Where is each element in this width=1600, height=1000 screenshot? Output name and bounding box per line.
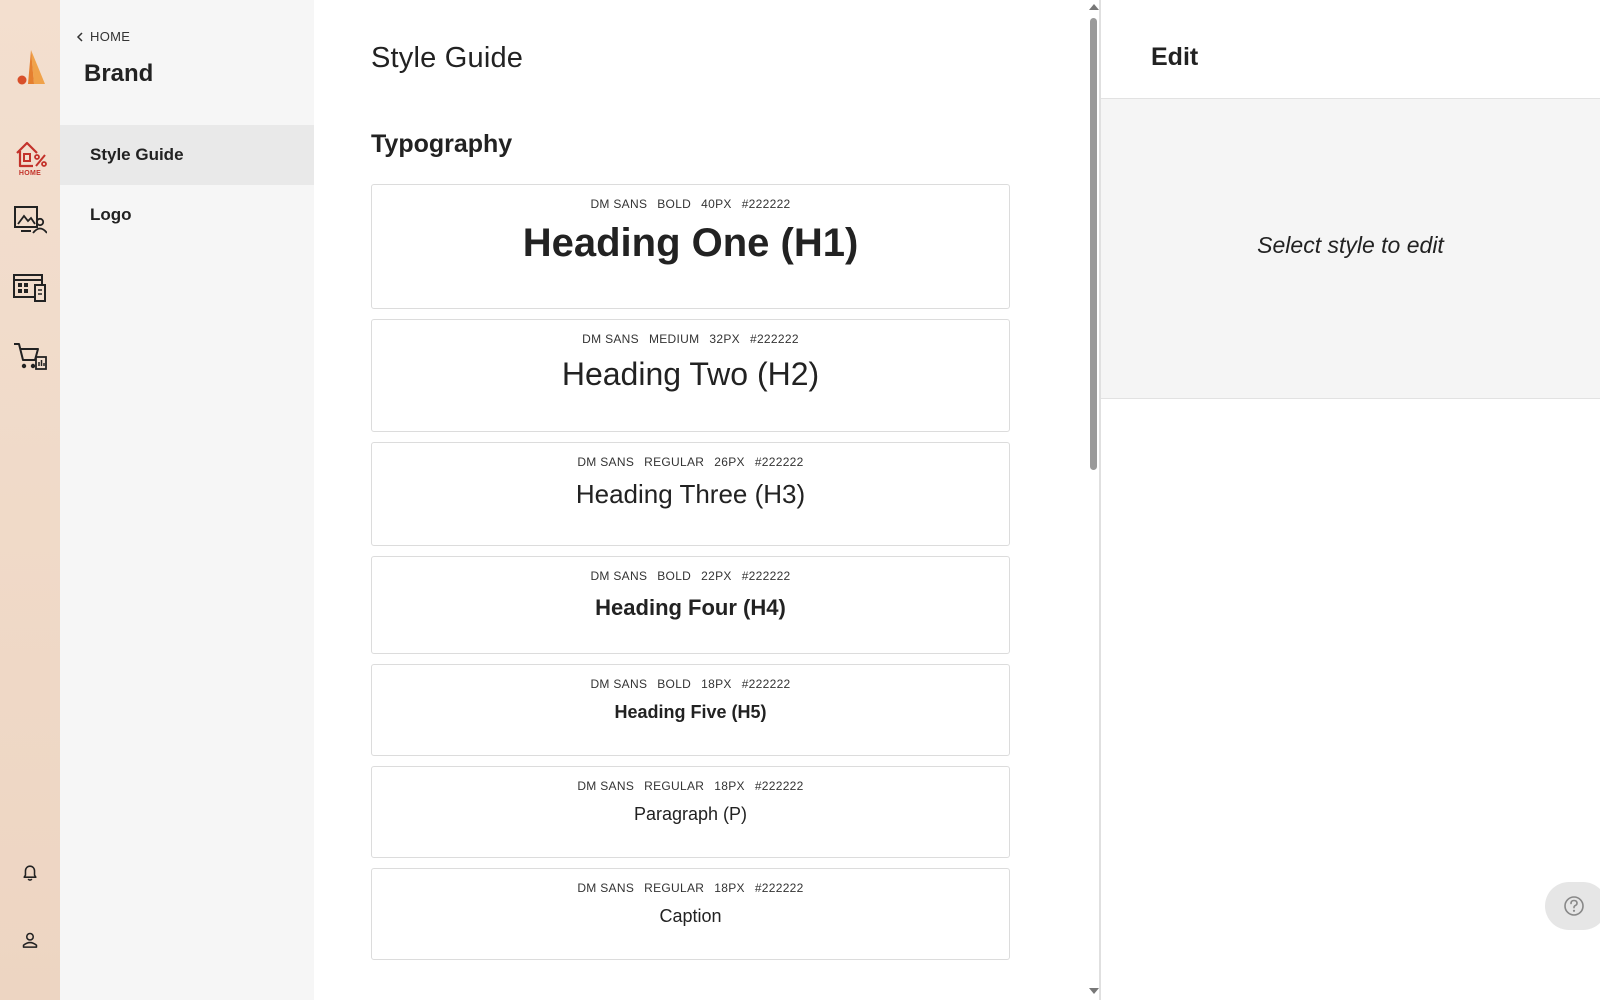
style-font: DM SANS <box>577 881 635 895</box>
style-meta: DM SANS BOLD 40PX #222222 <box>590 197 790 211</box>
style-font: DM SANS <box>590 197 648 211</box>
style-card-paragraph[interactable]: DM SANS REGULAR 18PX #222222 Paragraph (… <box>371 766 1010 858</box>
user-icon <box>22 932 38 948</box>
style-sample-h1: Heading One (H1) <box>522 221 859 265</box>
style-size: 32PX <box>709 332 740 346</box>
back-home-label: HOME <box>90 29 131 44</box>
chevron-left-icon <box>76 31 83 42</box>
scroll-up-icon[interactable] <box>1089 4 1099 10</box>
style-card-caption[interactable]: DM SANS REGULAR 18PX #222222 Caption <box>371 868 1010 960</box>
style-sample-h3: Heading Three (H3) <box>575 479 806 509</box>
style-size: 18PX <box>701 677 732 691</box>
sidebar-item-style-guide[interactable]: Style Guide <box>60 125 314 185</box>
icon-rail: HOME <box>0 0 60 1000</box>
page-title: Style Guide <box>371 42 524 74</box>
style-sample-h5: Heading Five (H5) <box>614 702 767 722</box>
style-font: DM SANS <box>577 779 635 793</box>
style-card-h1[interactable]: DM SANS BOLD 40PX #222222 Heading One (H… <box>371 184 1010 309</box>
style-weight: REGULAR <box>644 455 705 469</box>
style-size: 18PX <box>714 779 745 793</box>
style-color: #222222 <box>754 455 804 469</box>
notifications-button[interactable] <box>8 850 52 894</box>
style-sample-caption: Caption <box>659 906 722 926</box>
store-discount-icon <box>16 141 47 168</box>
nav-home-label: HOME <box>18 170 42 177</box>
style-card-h2[interactable]: DM SANS MEDIUM 32PX #222222 Heading Two … <box>371 319 1010 432</box>
style-weight: BOLD <box>657 677 692 691</box>
style-meta: DM SANS REGULAR 26PX #222222 <box>577 455 803 469</box>
edit-placeholder-box: Select style to edit <box>1101 98 1600 399</box>
back-home-link[interactable]: HOME <box>76 29 130 44</box>
style-size: 26PX <box>714 455 745 469</box>
brand-logo-icon[interactable] <box>14 48 46 86</box>
style-sample-h2: Heading Two (H2) <box>561 356 820 392</box>
style-weight: BOLD <box>657 197 692 211</box>
scroll-down-icon[interactable] <box>1089 988 1099 994</box>
edit-placeholder-text: Select style to edit <box>1257 232 1444 258</box>
cart-chart-icon <box>14 343 47 370</box>
style-sample-h4: Heading Four (H4) <box>595 595 786 620</box>
nav-media-button[interactable] <box>8 198 52 242</box>
style-meta: DM SANS REGULAR 18PX #222222 <box>577 881 803 895</box>
style-meta: DM SANS BOLD 22PX #222222 <box>590 569 790 583</box>
style-size: 22PX <box>701 569 732 583</box>
style-color: #222222 <box>741 569 791 583</box>
style-card-h5[interactable]: DM SANS BOLD 18PX #222222 Heading Five (… <box>371 664 1010 756</box>
style-card-h3[interactable]: DM SANS REGULAR 26PX #222222 Heading Thr… <box>371 442 1010 546</box>
style-weight: REGULAR <box>644 881 705 895</box>
nav-dashboard-button[interactable] <box>8 266 52 310</box>
style-card-h4[interactable]: DM SANS BOLD 22PX #222222 Heading Four (… <box>371 556 1010 654</box>
style-size: 40PX <box>701 197 732 211</box>
style-weight: REGULAR <box>644 779 705 793</box>
nav-home-button[interactable]: HOME <box>8 136 52 180</box>
edit-title: Edit <box>1151 43 1199 71</box>
style-meta: DM SANS MEDIUM 32PX #222222 <box>582 332 799 346</box>
help-button[interactable] <box>1545 882 1600 930</box>
bell-icon <box>23 865 37 881</box>
style-color: #222222 <box>749 332 799 346</box>
style-font: DM SANS <box>590 569 648 583</box>
style-font: DM SANS <box>582 332 639 346</box>
edit-panel: Edit Select style to edit <box>1101 0 1600 1000</box>
nav-commerce-button[interactable] <box>8 334 52 378</box>
style-weight: MEDIUM <box>648 332 700 346</box>
sidebar-item-logo[interactable]: Logo <box>60 185 314 245</box>
style-font: DM SANS <box>590 677 648 691</box>
style-size: 18PX <box>714 881 745 895</box>
sidebar-title: Brand <box>84 60 154 87</box>
style-color: #222222 <box>754 881 804 895</box>
style-color: #222222 <box>741 197 791 211</box>
style-color: #222222 <box>741 677 791 691</box>
style-meta: DM SANS BOLD 18PX #222222 <box>590 677 790 691</box>
style-meta: DM SANS REGULAR 18PX #222222 <box>577 779 803 793</box>
help-circle-icon <box>1564 896 1584 916</box>
brand-sidebar: HOME Brand Style Guide Logo <box>60 0 314 1000</box>
style-font: DM SANS <box>577 455 635 469</box>
scrollbar-thumb[interactable] <box>1090 18 1097 470</box>
account-button[interactable] <box>8 918 52 962</box>
main-scrollbar[interactable] <box>1086 0 1100 1000</box>
dashboard-grid-icon <box>13 274 46 302</box>
style-sample-paragraph: Paragraph (P) <box>633 804 748 824</box>
style-color: #222222 <box>754 779 804 793</box>
section-title-typography: Typography <box>371 130 513 158</box>
main-content: Style Guide Typography DM SANS BOLD 40PX… <box>314 0 1086 1000</box>
image-user-icon <box>14 206 47 234</box>
style-weight: BOLD <box>657 569 692 583</box>
